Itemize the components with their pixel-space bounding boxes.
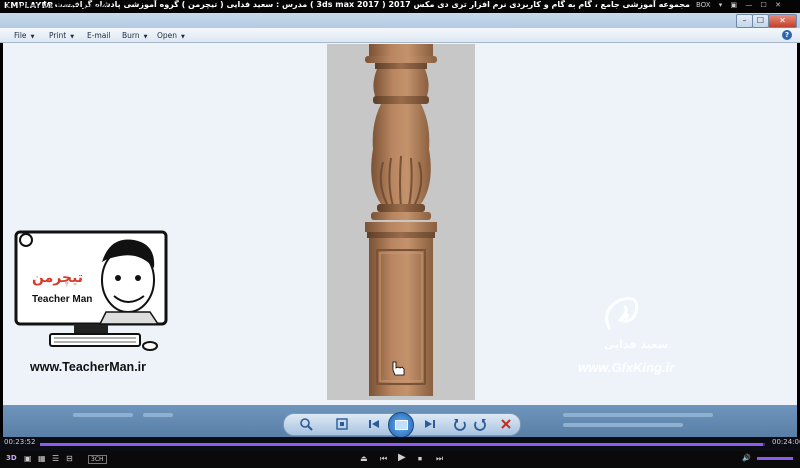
slideshow-icon: [395, 420, 408, 430]
rotate-cw-icon[interactable]: [472, 417, 488, 431]
previous-icon[interactable]: [366, 417, 382, 431]
gfxking-author-name: سعید فدایی: [604, 338, 669, 351]
kmplayer-window-controls: BOX ▾ ▣ — ☐ ✕: [690, 1, 781, 9]
teacher-man-url: www.TeacherMan.ir: [30, 360, 147, 374]
previous-track-icon[interactable]: ⏮: [380, 454, 387, 464]
kmp-close-button[interactable]: ✕: [775, 1, 781, 9]
gfxking-emblem-icon: [605, 297, 639, 331]
kmp-maximize-button[interactable]: ☐: [761, 1, 767, 9]
menu-burn-label: Burn: [122, 31, 140, 40]
volume-icon[interactable]: 🔊: [742, 454, 751, 462]
close-button[interactable]: ✕: [768, 14, 797, 28]
next-track-icon[interactable]: ⏭: [436, 454, 443, 464]
window-title: 3 - Windows Photo Viewer: [5, 2, 109, 11]
playlist-icon[interactable]: ▦: [38, 454, 46, 463]
volume-slider[interactable]: [757, 457, 793, 460]
total-time: 00:24:06: [772, 438, 800, 446]
current-time: 00:23:52: [4, 438, 36, 446]
next-icon[interactable]: [422, 417, 438, 431]
maximize-button[interactable]: ☐: [752, 14, 769, 28]
photo-viewer-controls: [283, 412, 521, 438]
blurred-ui-element: [73, 413, 133, 417]
minimize-button[interactable]: –: [736, 14, 753, 28]
play-icon[interactable]: ▶: [398, 452, 406, 463]
wooden-column-illustration: [365, 44, 437, 396]
photo-viewer-title-bar: [0, 13, 800, 28]
blurred-ui-element: [563, 423, 683, 427]
menu-print[interactable]: Print ▼: [49, 31, 74, 40]
teacher-man-brand-text: تیچرمن: [32, 270, 83, 286]
kmp-minimize-button[interactable]: —: [745, 1, 752, 9]
panel-icon[interactable]: ⊟: [66, 454, 73, 463]
blurred-ui-element: [143, 413, 173, 417]
chevron-down-icon: ▼: [70, 34, 75, 40]
menu-open-label: Open: [157, 31, 178, 40]
teacher-man-monitor-illustration: تیچرمن Teacher Man: [14, 230, 168, 351]
slideshow-button[interactable]: [388, 412, 414, 438]
chevron-down-icon: ▼: [181, 34, 185, 40]
dropdown-icon[interactable]: ▾: [719, 1, 723, 9]
menu-print-label: Print: [49, 31, 67, 40]
stop-icon[interactable]: ⏹: [418, 454, 422, 464]
menu-icon[interactable]: ☰: [52, 454, 59, 463]
column-render-image: [327, 44, 475, 400]
3d-button[interactable]: 3D: [6, 454, 17, 462]
audio-channel-badge: 3CH: [88, 455, 107, 464]
zoom-icon[interactable]: [298, 417, 314, 431]
eject-icon[interactable]: ⏏: [360, 454, 368, 463]
pin-icon[interactable]: ▣: [731, 1, 738, 9]
teacher-man-sub-text: Teacher Man: [32, 294, 92, 305]
help-icon[interactable]: ?: [782, 30, 792, 40]
menu-file-label: File: [14, 31, 27, 40]
gfxking-url: www.GfxKing.ir: [578, 360, 675, 375]
delete-icon[interactable]: [498, 417, 514, 431]
kmplayer-video-title: مجموعه آموزشی جامع ، گام به گام و کاربرد…: [43, 0, 690, 9]
menu-email-label: E-mail: [87, 31, 111, 40]
box-label[interactable]: BOX: [696, 1, 711, 9]
chevron-down-icon: ▼: [30, 34, 35, 40]
menu-file[interactable]: File ▼: [14, 31, 34, 40]
chevron-down-icon: ▼: [143, 34, 148, 40]
rotate-ccw-icon[interactable]: [452, 417, 468, 431]
menu-email[interactable]: E-mail: [87, 31, 111, 40]
seek-progress[interactable]: [40, 443, 763, 446]
menu-open[interactable]: Open ▼: [157, 31, 185, 40]
teacher-man-logo: تیچرمن Teacher Man: [10, 222, 185, 352]
actual-size-icon[interactable]: [334, 417, 350, 431]
capture-icon[interactable]: ▣: [24, 454, 32, 463]
blurred-ui-element: [563, 413, 713, 417]
menu-bar: [0, 28, 800, 43]
menu-burn[interactable]: Burn ▼: [122, 31, 147, 40]
